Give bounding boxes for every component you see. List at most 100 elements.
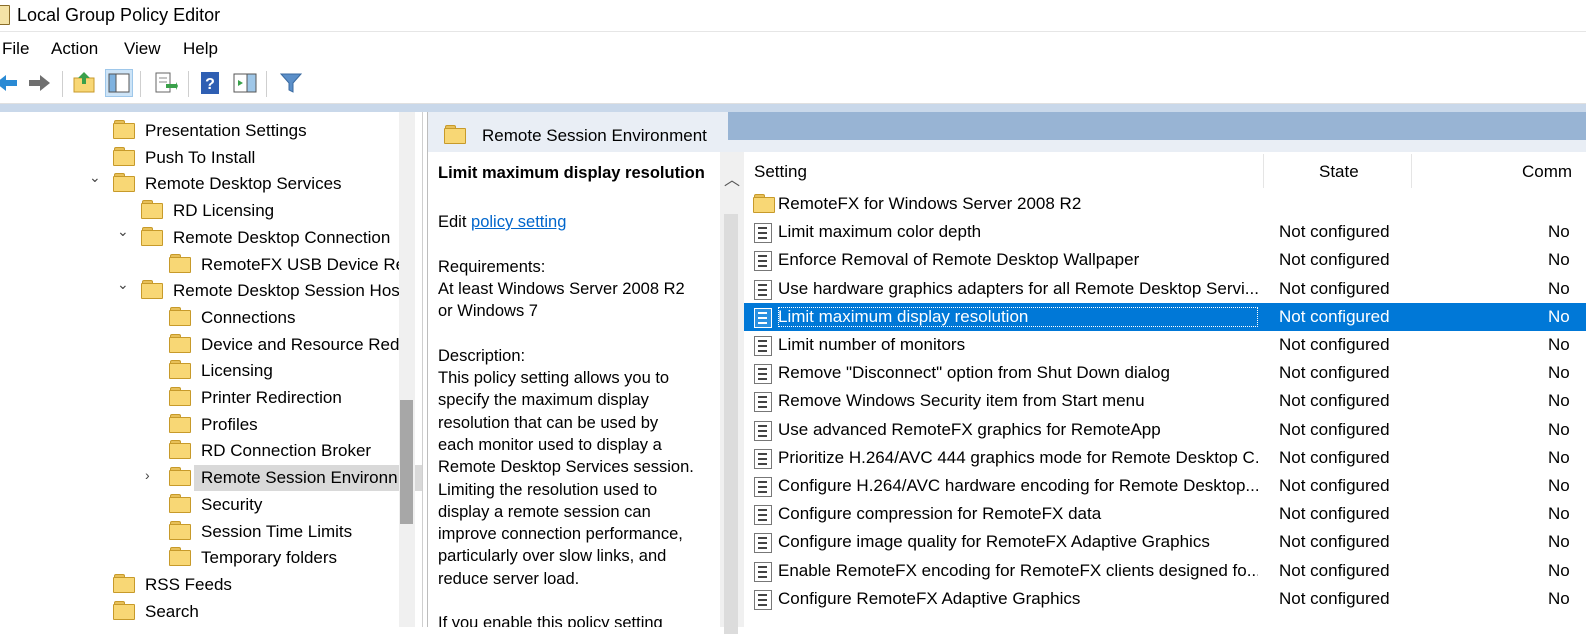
scroll-up-arrow[interactable]: ︿ [724,166,740,190]
filter-icon[interactable] [278,70,304,96]
policy-setting-icon [754,307,772,328]
description-line: each monitor used to display a [438,435,662,454]
folder-icon [169,387,191,406]
setting-state: Not configured [1279,560,1390,580]
setting-name: Limit maximum display resolution [778,306,1258,327]
folder-icon [753,194,775,213]
description-line: resolution that can be used by [438,413,659,432]
policy-setting-icon [754,392,772,413]
policy-setting-icon [754,589,772,610]
description-panel: Limit maximum display resolution Edit po… [428,152,722,627]
setting-name: Remove "Disconnect" option from Shut Dow… [778,363,1170,383]
table-row[interactable]: Configure compression for RemoteFX data N… [744,500,1586,528]
description-line: Limiting the resolution used to [438,480,658,499]
table-row[interactable]: RemoteFX for Windows Server 2008 R2 [744,190,1586,218]
table-row[interactable]: Prioritize H.264/AVC 444 graphics mode f… [744,444,1586,472]
table-row[interactable]: Use advanced RemoteFX graphics for Remot… [744,416,1586,444]
table-row[interactable]: Limit maximum color depth Not configured N… [744,218,1586,246]
setting-comment: No [1548,222,1570,242]
pane-header: Remote Session Environment [428,112,1586,152]
setting-state: Not configured [1279,250,1390,270]
setting-name: Limit number of monitors [778,335,966,354]
table-row[interactable]: Remove "Disconnect" option from Shut Dow… [744,359,1586,387]
folder-icon [113,146,135,166]
tree-item-label: Security [201,494,263,514]
menu-file[interactable]: File [2,39,29,59]
table-row[interactable]: Limit maximum display resolution Not conf… [744,302,1586,331]
requirements-line: or Windows 7 [438,302,538,321]
policy-setting-icon [754,420,772,441]
folder-icon [169,493,191,513]
table-row[interactable]: Enforce Removal of Remote Desktop Wallpa… [744,246,1586,274]
column-separator[interactable] [1411,154,1412,188]
show-hide-action-pane-icon[interactable] [232,70,258,96]
tree-item-label: Connections [201,307,296,327]
description-heading: Limit maximum display resolution [438,164,705,182]
chevron-down-icon[interactable]: ⌄ [89,169,101,186]
table-row[interactable]: Configure image quality for RemoteFX Ada… [744,528,1586,556]
export-list-icon[interactable] [152,70,178,96]
description-scroll-thumb[interactable] [724,214,738,634]
menu-help[interactable]: Help [183,39,218,59]
forward-icon[interactable] [26,70,52,96]
requirements-line: At least Windows Server 2008 R2 [438,280,685,298]
column-state[interactable]: State [1319,162,1359,182]
setting-comment: No [1548,560,1570,580]
table-row[interactable]: Enable RemoteFX encoding for RemoteFX cl… [744,557,1586,585]
setting-state: Not configured [1279,588,1390,608]
folder-icon [444,125,466,144]
column-comment[interactable]: Comm [1522,162,1572,182]
edit-prefix: Edit [438,213,467,231]
policy-setting-icon [754,279,772,300]
setting-name: Configure image quality for RemoteFX Ada… [778,532,1210,552]
menu-action[interactable]: Action [51,39,98,59]
description-scrollbar[interactable]: ︿ [720,152,744,634]
chevron-right-icon[interactable]: › [145,467,150,483]
policy-setting-link[interactable]: policy setting [471,213,566,231]
chevron-down-icon[interactable]: ⌄ [117,223,129,240]
menu-view[interactable]: View [124,39,161,59]
column-separator[interactable] [1263,154,1264,188]
tree-item-label: RemoteFX USB Device Re [201,254,406,274]
setting-state: Not configured [1279,476,1390,495]
show-hide-tree-icon[interactable] [105,69,133,97]
up-folder-icon[interactable] [72,70,98,96]
tree-scroll-thumb[interactable] [400,400,413,524]
tree-scrollbar[interactable] [399,112,415,627]
description-trailing-line: If you enable this policy setting [438,614,663,627]
folder-icon [141,226,163,246]
setting-comment: No [1548,447,1570,467]
pane-title: Remote Session Environment [482,126,707,145]
policy-setting-icon [754,533,772,554]
menu-bar: File Action View Help [0,31,1586,66]
setting-comment: No [1548,419,1570,439]
toolbar-separator [140,71,141,97]
chevron-down-icon[interactable]: ⌄ [117,276,129,293]
toolbar: ? [0,65,1586,104]
folder-icon [169,333,191,353]
setting-state: Not configured [1279,278,1390,298]
table-row[interactable]: Remove Windows Security item from Start … [744,387,1586,415]
tree-item-label: Remote Desktop Services [145,174,342,194]
folder-icon [169,520,191,540]
table-row[interactable]: Use hardware graphics adapters for all R… [744,275,1586,303]
title-bar: Local Group Policy Editor [0,0,1586,31]
description-line: particularly over slow links, and [438,547,667,566]
tree-item-label: RD Connection Broker [201,441,372,461]
setting-state: Not configured [1279,504,1390,524]
table-row[interactable]: Configure RemoteFX Adaptive Graphics Not … [744,585,1586,613]
details-pane: Remote Session Environment Limit maximum… [427,112,1586,634]
help-icon[interactable]: ? [198,70,224,96]
setting-name: Limit maximum color depth [778,222,982,242]
column-setting[interactable]: Setting [754,162,807,182]
setting-name: Enable RemoteFX encoding for RemoteFX cl… [778,560,1258,580]
table-row[interactable]: Configure H.264/AVC hardware encoding fo… [744,472,1586,500]
setting-name: Use hardware graphics adapters for all R… [778,278,1258,298]
back-icon[interactable] [0,70,20,96]
table-row[interactable]: Limit number of monitors Not configured No [744,331,1586,359]
setting-state: Not configured [1279,306,1390,326]
policy-setting-icon [754,223,772,244]
setting-comment: No [1548,306,1570,326]
svg-text:?: ? [205,76,215,93]
folder-icon [169,467,191,487]
